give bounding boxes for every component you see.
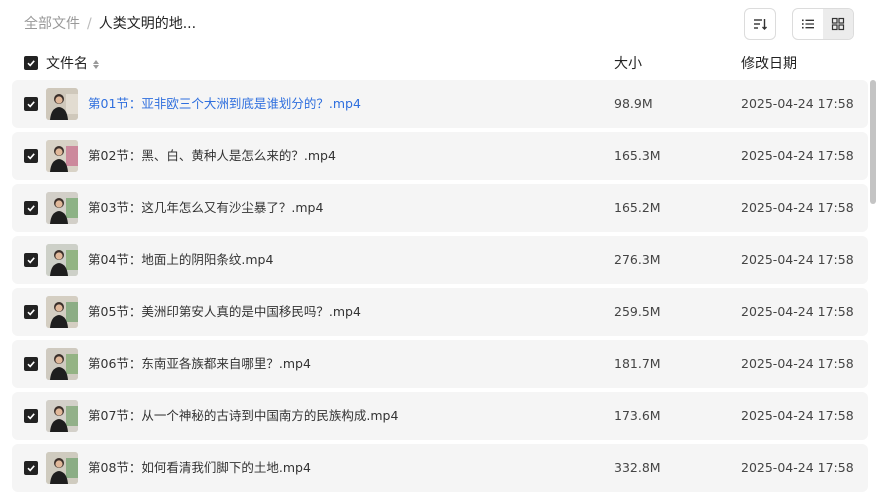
file-thumbnail[interactable] [46,192,78,224]
file-size: 259.5M [614,304,661,319]
check-icon [27,413,35,420]
file-name[interactable]: 第06节：东南亚各族都来自哪里？.mp4 [88,354,311,374]
check-icon [27,257,35,264]
file-thumbnail[interactable] [46,88,78,120]
file-thumbnail[interactable] [46,348,78,380]
column-date-header[interactable]: 修改日期 [741,52,797,76]
breadcrumb-separator: / [87,16,92,32]
file-checkbox[interactable] [24,357,38,371]
video-thumbnail-image [46,452,78,484]
file-checkbox[interactable] [24,409,38,423]
file-thumbnail[interactable] [46,400,78,432]
file-date: 2025-04-24 17:58 [741,408,854,423]
column-name-label: 文件名 [46,56,88,72]
breadcrumb-current: 人类文明的地... [98,16,197,32]
file-checkbox[interactable] [24,305,38,319]
check-icon [27,60,35,67]
file-date: 2025-04-24 17:58 [741,252,854,267]
check-icon [27,205,35,212]
file-row[interactable]: 第02节：黑、白、黄种人是怎么来的？.mp4 165.3M 2025-04-24 1… [12,132,868,180]
file-row[interactable]: 第05节：美洲印第安人真的是中国移民吗？.mp4 259.5M 2025-04-24… [12,288,868,336]
file-thumbnail[interactable] [46,296,78,328]
file-size: 173.6M [614,408,661,423]
video-thumbnail-image [46,88,78,120]
file-row[interactable]: 第01节：亚非欧三个大洲到底是谁划分的？.mp4 98.9M 2025-04-24 … [12,80,868,128]
file-date: 2025-04-24 17:58 [741,460,854,475]
check-icon [27,309,35,316]
top-bar: 全部文件 / 人类文明的地... [0,0,878,48]
file-thumbnail[interactable] [46,244,78,276]
file-date: 2025-04-24 17:58 [741,304,854,319]
file-size: 276.3M [614,252,661,267]
video-thumbnail-image [46,400,78,432]
file-checkbox[interactable] [24,149,38,163]
file-checkbox[interactable] [24,461,38,475]
scrollbar-thumb[interactable] [870,80,876,204]
sort-caret-icon [93,59,99,69]
file-name[interactable]: 第08节：如何看清我们脚下的土地.mp4 [88,458,311,478]
view-toggle [792,8,854,40]
video-thumbnail-image [46,140,78,172]
video-thumbnail-image [46,244,78,276]
file-size: 181.7M [614,356,661,371]
file-checkbox[interactable] [24,201,38,215]
file-date: 2025-04-24 17:58 [741,200,854,215]
file-row[interactable]: 第06节：东南亚各族都来自哪里？.mp4 181.7M 2025-04-24 17:… [12,340,868,388]
check-icon [27,101,35,108]
file-row[interactable]: 第03节：这几年怎么又有沙尘暴了？.mp4 165.2M 2025-04-24 17… [12,184,868,232]
scrollbar[interactable] [870,80,876,492]
video-thumbnail-image [46,192,78,224]
list-view-icon [802,19,814,29]
file-row[interactable]: 第08节：如何看清我们脚下的土地.mp4 332.8M 2025-04-24 17:… [12,444,868,492]
file-date: 2025-04-24 17:58 [741,356,854,371]
file-browser: 全部文件 / 人类文明的地... 文件名 大小 修改日期 第01节：亚非欧三个大… [0,0,878,495]
file-name[interactable]: 第05节：美洲印第安人真的是中国移民吗？.mp4 [88,302,361,322]
select-all-checkbox[interactable] [24,56,38,70]
file-checkbox[interactable] [24,97,38,111]
file-date: 2025-04-24 17:58 [741,148,854,163]
check-icon [27,361,35,368]
column-header: 文件名 大小 修改日期 [0,52,878,76]
file-size: 332.8M [614,460,661,475]
file-thumbnail[interactable] [46,452,78,484]
column-name-header[interactable]: 文件名 [46,52,99,76]
file-name[interactable]: 第02节：黑、白、黄种人是怎么来的？.mp4 [88,146,336,166]
file-size: 165.2M [614,200,661,215]
file-name[interactable]: 第01节：亚非欧三个大洲到底是谁划分的？.mp4 [88,94,361,114]
file-name[interactable]: 第07节：从一个神秘的古诗到中国南方的民族构成.mp4 [88,406,398,426]
check-icon [27,465,35,472]
grid-view-button[interactable] [823,9,853,39]
file-name[interactable]: 第04节：地面上的阴阳条纹.mp4 [88,250,273,270]
file-checkbox[interactable] [24,253,38,267]
grid-view-icon [831,17,845,31]
file-date: 2025-04-24 17:58 [741,96,854,111]
list-view-button[interactable] [793,9,823,39]
video-thumbnail-image [46,296,78,328]
file-row[interactable]: 第07节：从一个神秘的古诗到中国南方的民族构成.mp4 173.6M 2025-04… [12,392,868,440]
sort-lines-icon [754,19,767,30]
file-size: 165.3M [614,148,661,163]
file-name[interactable]: 第03节：这几年怎么又有沙尘暴了？.mp4 [88,198,323,218]
file-row[interactable]: 第04节：地面上的阴阳条纹.mp4 276.3M 2025-04-24 17:58 [12,236,868,284]
column-size-header[interactable]: 大小 [614,52,642,76]
sort-button[interactable] [744,8,776,40]
file-size: 98.9M [614,96,653,111]
file-thumbnail[interactable] [46,140,78,172]
video-thumbnail-image [46,348,78,380]
breadcrumb: 全部文件 / 人类文明的地... [24,14,196,34]
breadcrumb-root[interactable]: 全部文件 [24,14,80,34]
check-icon [27,153,35,160]
